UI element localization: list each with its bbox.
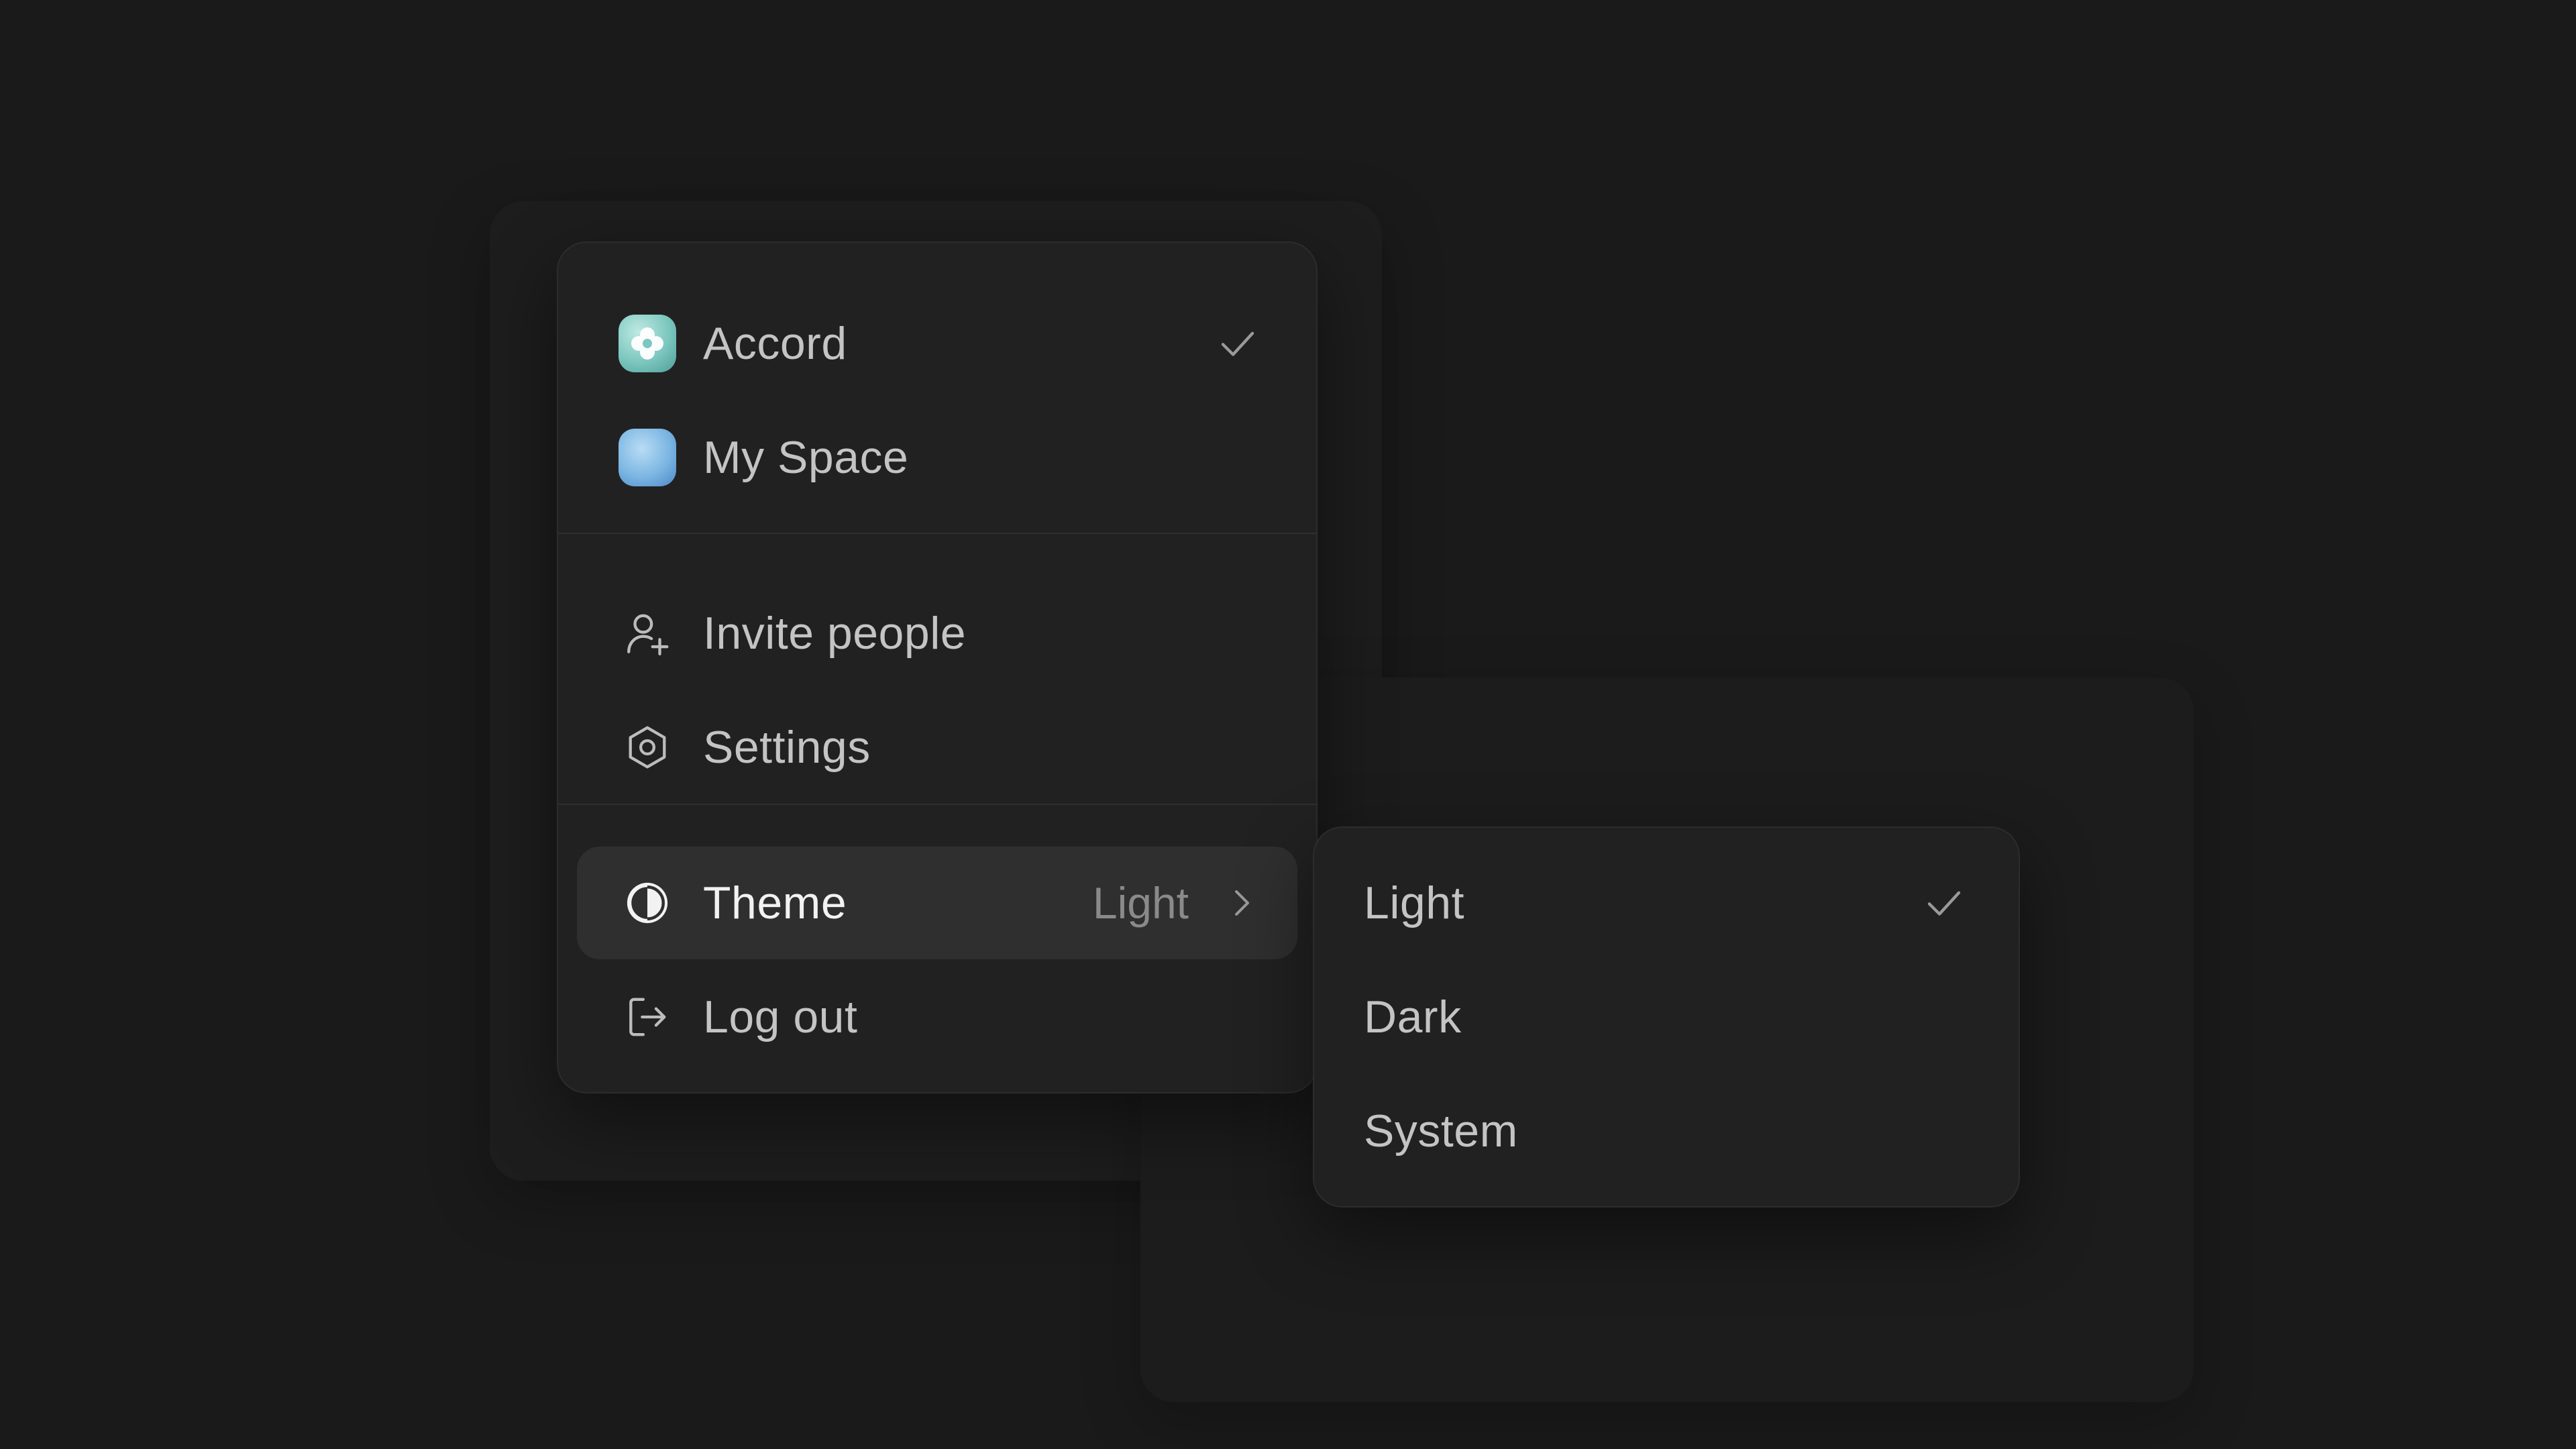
accord-logo-icon <box>619 315 676 372</box>
theme-option-system[interactable]: System <box>1333 1075 2000 1187</box>
theme-option-label: System <box>1364 1106 1518 1157</box>
my-space-avatar-icon <box>619 429 676 486</box>
workspace-section: Accord My Space <box>558 243 1316 533</box>
workspace-item-accord[interactable]: Accord <box>577 287 1297 400</box>
check-icon <box>1927 891 1961 916</box>
chevron-right-icon <box>1235 890 1250 916</box>
workspace-label: My Space <box>703 432 909 483</box>
workspace-item-my-space[interactable]: My Space <box>577 401 1297 514</box>
actions-section: Invite people Settings <box>558 533 1316 804</box>
contrast-icon <box>619 874 676 932</box>
settings-item[interactable]: Settings <box>577 691 1297 804</box>
log-out-label: Log out <box>703 991 858 1042</box>
theme-option-light[interactable]: Light <box>1333 847 2000 959</box>
theme-submenu: Light Dark System <box>1313 826 2020 1208</box>
theme-value-group: Light <box>1093 847 1260 959</box>
selected-check <box>1216 287 1260 400</box>
theme-option-label: Dark <box>1364 991 1462 1042</box>
workspace-label: Accord <box>703 318 847 369</box>
check-icon <box>1221 331 1254 356</box>
invite-people-item[interactable]: Invite people <box>577 577 1297 690</box>
theme-label: Theme <box>703 877 847 928</box>
theme-current-value: Light <box>1092 878 1189 928</box>
account-menu: Accord My Space Invite people Settings T… <box>557 241 1318 1093</box>
settings-label: Settings <box>703 722 871 773</box>
theme-option-dark[interactable]: Dark <box>1333 961 2000 1073</box>
preferences-section: Theme Light Log out <box>558 804 1316 1093</box>
invite-people-label: Invite people <box>703 608 967 659</box>
log-out-item[interactable]: Log out <box>577 961 1297 1073</box>
theme-option-label: Light <box>1364 877 1464 928</box>
log-out-icon <box>619 988 676 1046</box>
selected-check <box>1922 847 1966 959</box>
settings-hexagon-icon <box>619 718 676 776</box>
stage: Accord My Space Invite people Settings T… <box>0 0 2576 1449</box>
theme-item[interactable]: Theme Light <box>577 847 1297 959</box>
user-plus-icon <box>619 604 676 662</box>
